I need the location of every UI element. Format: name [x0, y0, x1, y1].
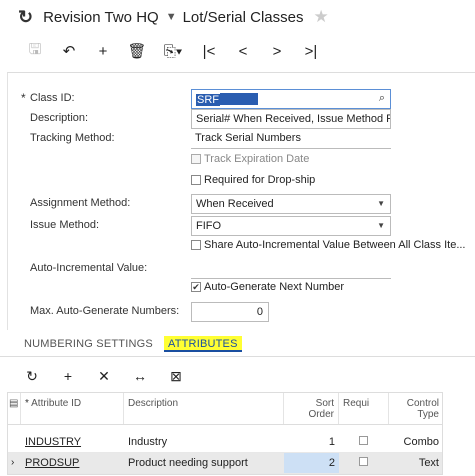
description-row: Description: Serial# When Received, Issu…: [8, 109, 475, 129]
required-checkbox[interactable]: [355, 432, 375, 452]
dropdown-arrow-icon[interactable]: ▼: [377, 221, 385, 230]
required-dropship-row: Required for Drop-ship: [8, 172, 475, 192]
class-id-label: Class ID:: [30, 92, 75, 104]
delete-icon[interactable]: 🗑: [120, 42, 154, 60]
attributes-grid: ▤ * Attribute ID Description Sort Order R…: [7, 392, 443, 475]
assignment-method-select[interactable]: When Received ▼: [191, 194, 391, 214]
max-auto-row: Max. Auto-Generate Numbers: 0: [8, 302, 475, 322]
description-label: Description:: [30, 112, 89, 124]
required-dropship-label: Required for Drop-ship: [204, 174, 316, 186]
table-row[interactable]: › PRODSUP Product needing support 2 Text: [8, 453, 442, 474]
search-icon[interactable]: ⌕: [379, 92, 385, 105]
share-auto-label: Share Auto-Incremental Value Between All…: [204, 239, 466, 251]
grid-toolbar: ↻ + ✕ ↔ ⊠: [0, 364, 475, 388]
previous-record-icon[interactable]: <: [226, 43, 260, 60]
description-cell: Product needing support: [128, 457, 248, 469]
max-auto-label: Max. Auto-Generate Numbers:: [30, 305, 180, 317]
description-input[interactable]: Serial# When Received, Issue Method F: [191, 109, 391, 129]
sort-order-cell: 1: [328, 436, 335, 448]
required-checkbox[interactable]: [355, 453, 375, 473]
add-icon[interactable]: +: [86, 43, 120, 60]
required-dropship-checkbox[interactable]: [191, 175, 201, 185]
page-title: Lot/Serial Classes: [182, 8, 304, 26]
tab-attributes[interactable]: ATTRIBUTES: [164, 336, 242, 352]
issue-method-select[interactable]: FIFO ▼: [191, 216, 391, 236]
current-row-icon: ›: [11, 457, 15, 468]
refresh-icon[interactable]: ↻: [18, 7, 33, 28]
company-name[interactable]: Revision Two HQ: [43, 9, 159, 26]
copy-paste-icon[interactable]: ⎘▾: [154, 43, 192, 60]
table-row[interactable]: INDUSTRY Industry 1 Combo: [8, 432, 442, 453]
auto-generate-checkbox[interactable]: ✔: [191, 282, 201, 292]
assignment-method-label: Assignment Method:: [30, 197, 131, 209]
chevron-down-icon[interactable]: ▼: [166, 11, 177, 23]
track-expiration-checkbox[interactable]: [191, 154, 201, 164]
required-marker: *: [21, 91, 26, 105]
first-record-icon[interactable]: |<: [192, 43, 226, 60]
next-record-icon[interactable]: >: [260, 43, 294, 60]
column-sort-order[interactable]: Sort Order: [284, 393, 339, 424]
auto-generate-row: ✔ Auto-Generate Next Number: [8, 279, 475, 299]
summary-form: * Class ID: SRF ⌕ Description: Serial# W…: [7, 72, 475, 330]
attribute-id-link[interactable]: INDUSTRY: [21, 432, 124, 452]
title-bar: ↻ Revision Two HQ ▼ Lot/Serial Classes ★: [0, 0, 475, 34]
add-row-icon[interactable]: +: [50, 368, 86, 384]
share-auto-checkbox[interactable]: [191, 240, 201, 250]
control-type-cell: Text: [418, 457, 439, 469]
last-record-icon[interactable]: >|: [294, 43, 328, 60]
row-selector-icon[interactable]: ▤: [8, 393, 21, 424]
description-cell: Industry: [128, 436, 168, 448]
column-required[interactable]: Requi: [339, 393, 389, 424]
assignment-method-row: Assignment Method: When Received ▼: [8, 194, 475, 214]
tab-bar: NUMBERING SETTINGS ATTRIBUTES: [0, 331, 475, 357]
issue-method-row: Issue Method: FIFO ▼: [8, 216, 475, 236]
favorite-star-icon[interactable]: ★: [313, 7, 328, 27]
class-id-input[interactable]: SRF ⌕: [191, 89, 391, 109]
class-id-row: * Class ID: SRF ⌕: [8, 89, 475, 109]
issue-method-label: Issue Method:: [30, 219, 100, 231]
auto-generate-label: Auto-Generate Next Number: [204, 281, 345, 293]
tracking-method-row: Tracking Method: Track Serial Numbers: [8, 129, 475, 149]
tracking-method-label: Tracking Method:: [30, 132, 115, 144]
column-description[interactable]: Description: [124, 393, 284, 424]
max-auto-input[interactable]: 0: [191, 302, 269, 322]
grid-header: ▤ * Attribute ID Description Sort Order R…: [8, 393, 442, 425]
auto-incremental-label: Auto-Incremental Value:: [30, 262, 148, 274]
dropdown-arrow-icon[interactable]: ▼: [377, 199, 385, 208]
control-type-cell: Combo: [403, 436, 439, 448]
column-control-type[interactable]: Control Type: [389, 393, 443, 424]
attribute-id-link[interactable]: PRODSUP: [21, 453, 124, 473]
share-auto-row: Share Auto-Incremental Value Between All…: [8, 237, 475, 257]
sort-order-cell[interactable]: 2: [284, 453, 339, 473]
save-icon[interactable]: 🖫: [18, 39, 52, 64]
auto-incremental-row: Auto-Incremental Value:: [8, 259, 475, 279]
track-expiration-label: Track Expiration Date: [204, 153, 310, 165]
refresh-icon[interactable]: ↻: [14, 368, 50, 385]
delete-row-icon[interactable]: ✕: [86, 368, 122, 385]
column-attribute-id[interactable]: * Attribute ID: [21, 393, 124, 424]
undo-icon[interactable]: ↶: [52, 42, 86, 60]
export-excel-icon[interactable]: ⊠: [158, 368, 194, 385]
fit-columns-icon[interactable]: ↔: [122, 368, 158, 384]
tracking-method-value: Track Serial Numbers: [195, 132, 301, 144]
track-expiration-row: Track Expiration Date: [8, 151, 475, 171]
main-toolbar: 🖫 ↶ + 🗑 ⎘▾ |< < > >|: [0, 36, 475, 66]
tab-numbering-settings[interactable]: NUMBERING SETTINGS: [24, 338, 153, 350]
